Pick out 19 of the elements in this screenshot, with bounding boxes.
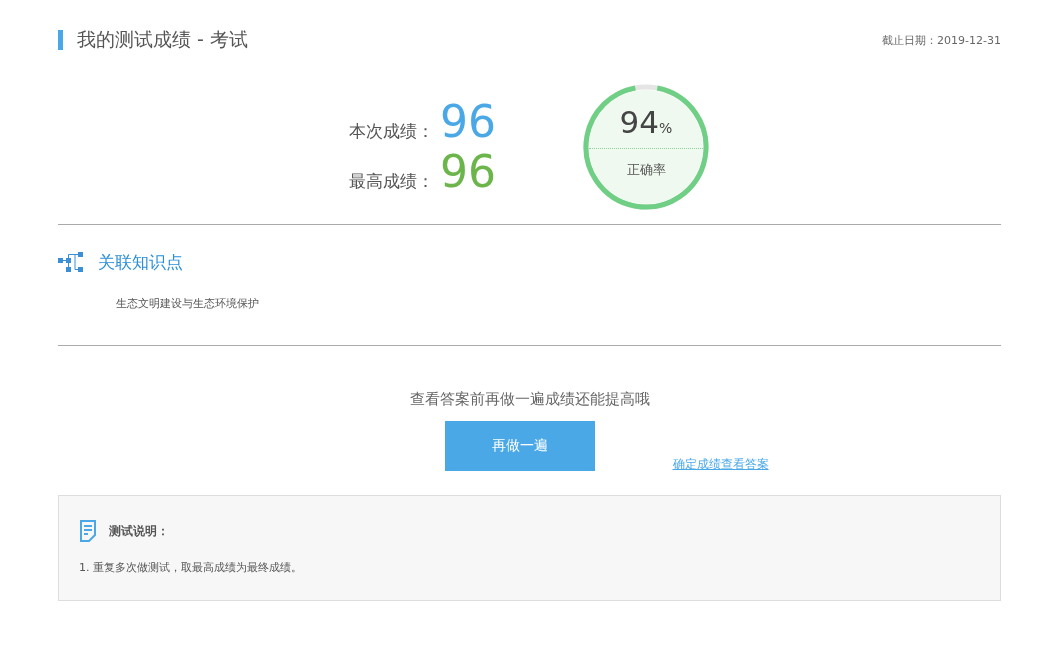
knowledge-point: 生态文明建设与生态环境保护 — [116, 296, 260, 311]
score-value: 96 — [440, 147, 496, 197]
score-label: 本次成绩： — [349, 120, 434, 143]
section-title: 关联知识点 — [98, 251, 183, 274]
accuracy-label: 正确率 — [626, 161, 666, 179]
view-answers-link[interactable]: 确定成绩查看答案 — [672, 456, 769, 473]
hierarchy-icon — [58, 251, 84, 274]
retry-hint: 查看答案前再做一遍成绩还能提高哦 — [409, 390, 650, 409]
score-value: 96 — [440, 97, 496, 147]
title-accent-bar — [58, 30, 63, 50]
score-label: 最高成绩： — [349, 170, 434, 193]
page-title: 我的测试成绩 - 考试 — [77, 27, 248, 52]
document-icon — [79, 520, 97, 542]
deadline-text: 截止日期：2019-12-31 — [882, 32, 1001, 48]
percent-sign: % — [659, 120, 673, 136]
retry-button[interactable]: 再做一遍 — [444, 421, 595, 471]
accuracy-value: 94 — [619, 104, 660, 140]
notes-title: 测试说明： — [109, 522, 169, 540]
note-text: 1. 重复多次做测试，取最高成绩为最终成绩。 — [79, 560, 303, 575]
